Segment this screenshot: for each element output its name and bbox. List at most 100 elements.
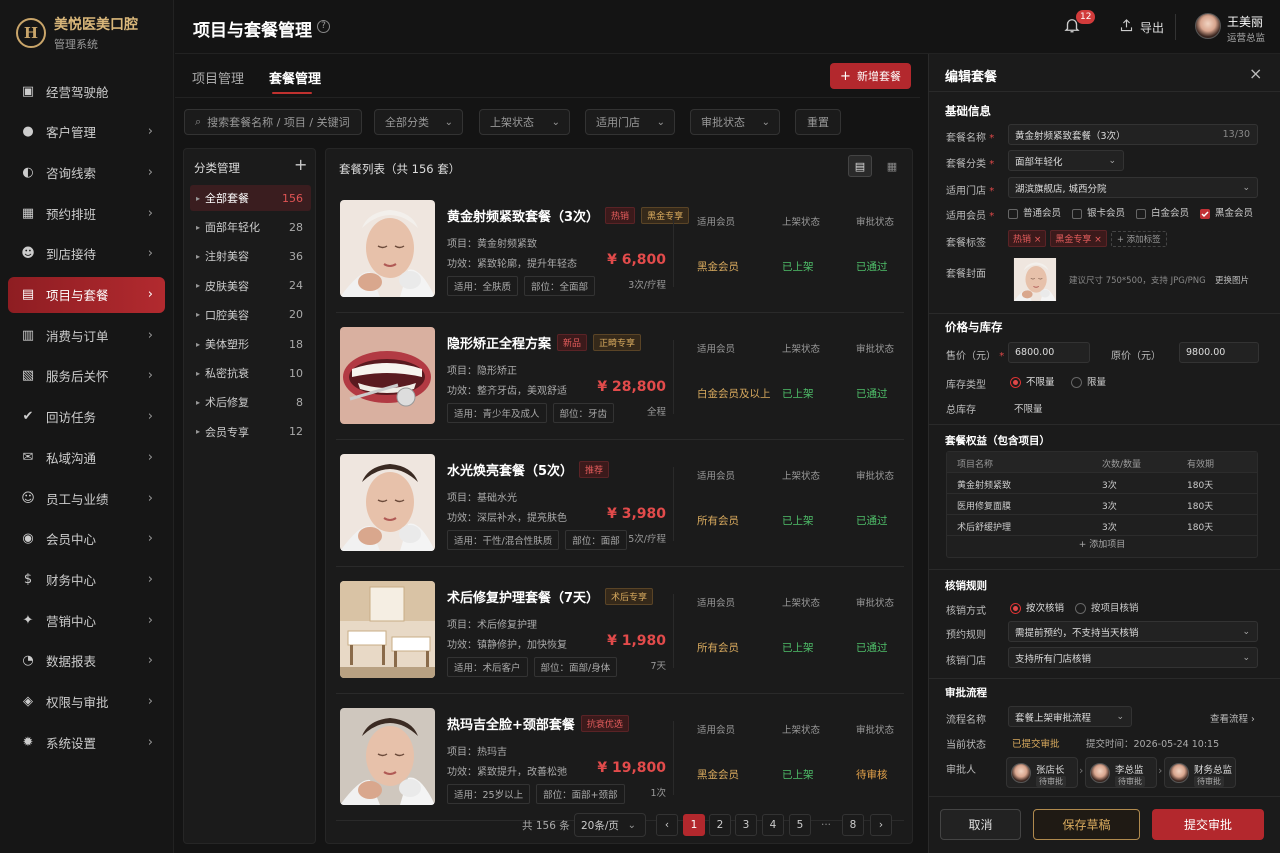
user-name[interactable]: 王美丽 (1227, 13, 1263, 30)
member-label-text: 适用会员 (946, 211, 986, 222)
package-title[interactable]: 黄金射频紧致套餐（3次） (447, 206, 599, 225)
package-title[interactable]: 隐形矫正全程方案 (447, 333, 551, 352)
category-item[interactable]: ▸ 美体塑形 18 (190, 331, 311, 357)
nav-item-gear[interactable]: ✹ 系统设置 › (8, 724, 165, 760)
change-image-link[interactable]: 更换图片 (1215, 274, 1249, 286)
member-checkbox[interactable]: 银卡会员 (1072, 205, 1125, 219)
nav-item-task[interactable]: ✔ 回访任务 › (8, 399, 165, 435)
package-card[interactable]: 水光焕亮套餐（5次） 推荐 项目：基础水光 功效：深层补水，提亮肤色 适用：干性/混合性… (336, 449, 904, 567)
page-button[interactable]: 4 (762, 814, 784, 836)
sale-price-input[interactable]: 6800.00 (1008, 342, 1090, 363)
member-checkbox[interactable]: 普通会员 (1008, 205, 1061, 219)
cancel-button[interactable]: 取消 (940, 809, 1021, 840)
edit-tag[interactable]: 热销 × (1008, 230, 1047, 247)
nav-item-member[interactable]: ◉ 会员中心 › (8, 521, 165, 557)
nav-item-package[interactable]: ▤ 项目与套餐 › (8, 276, 165, 313)
category-item[interactable]: ▸ 术后修复 8 (190, 389, 311, 415)
package-thumbnail[interactable] (340, 708, 435, 805)
nav-item-marketing[interactable]: ✦ 营销中心 › (8, 602, 165, 638)
package-name-input[interactable]: 黄金射频紧致套餐（3次） 13/30 (1008, 124, 1258, 145)
category-item[interactable]: ▸ 注射美容 36 (190, 243, 311, 269)
category-item[interactable]: ▸ 全部套餐 156 (190, 185, 311, 211)
help-icon[interactable]: ? (317, 20, 330, 33)
appointment-rule-select[interactable]: 需提前预约，不支持当天核销 ⌄ (1008, 621, 1258, 642)
tab-projects[interactable]: 项目管理 (192, 68, 244, 87)
approval-status-select[interactable]: 审批状态 ⌄ (690, 109, 780, 135)
page-button[interactable]: 2 (709, 814, 731, 836)
verify-store-select[interactable]: 支持所有门店核销 ⌄ (1008, 647, 1258, 668)
category-item[interactable]: ▸ 口腔美容 20 (190, 302, 311, 328)
nav-item-user[interactable]: ● 客户管理 › (8, 114, 165, 150)
save-draft-button[interactable]: 保存草稿 (1033, 809, 1140, 840)
nav-item-dashboard[interactable]: ▣ 经营驾驶舱 (8, 73, 165, 109)
package-card[interactable]: 术后修复护理套餐（7天） 术后专享 项目：术后修复护理 功效：镇静修护，加快恢复 适用：… (336, 576, 904, 694)
nav-item-report[interactable]: ◔ 数据报表 › (8, 643, 165, 679)
package-title[interactable]: 水光焕亮套餐（5次） (447, 460, 573, 479)
package-thumbnail[interactable] (340, 454, 435, 551)
list-view-icon[interactable]: ▤ (848, 155, 872, 177)
grid-view-icon[interactable]: ▦ (880, 155, 904, 177)
package-card[interactable]: 热玛吉全脸+颈部套餐 抗衰优选 项目：热玛吉 功效：紧致提升，改善松弛 适用：25岁以上… (336, 703, 904, 821)
remove-tag-icon[interactable]: × (1031, 235, 1042, 245)
export-button[interactable]: 导出 (1119, 18, 1164, 36)
package-thumbnail[interactable] (340, 327, 435, 424)
page-button[interactable]: 5 (789, 814, 811, 836)
user-avatar[interactable] (1195, 13, 1221, 39)
page-button[interactable]: 1 (683, 814, 705, 836)
original-price-input[interactable]: 9800.00 (1179, 342, 1259, 363)
category-select[interactable]: 全部分类 ⌄ (374, 109, 463, 135)
stock-limited-radio[interactable]: 限量 (1071, 374, 1106, 388)
add-item-button[interactable]: + 添加项目 (947, 537, 1257, 550)
member-checkbox[interactable]: 白金会员 (1136, 205, 1189, 219)
approver-card[interactable]: 张店长 待审批 (1006, 757, 1078, 788)
package-thumbnail[interactable] (340, 581, 435, 678)
cover-image[interactable] (1009, 258, 1061, 301)
category-item[interactable]: ▸ 会员专享 12 (190, 419, 311, 445)
reset-button[interactable]: 重置 (795, 109, 841, 135)
nav-item-shield[interactable]: ◈ 权限与审批 › (8, 684, 165, 720)
page-button[interactable]: 8 (842, 814, 864, 836)
shelf-status-select[interactable]: 上架状态 ⌄ (479, 109, 570, 135)
edit-tag[interactable]: 黑金专享 × (1050, 230, 1107, 247)
approver-card[interactable]: 李总监 待审批 (1085, 757, 1157, 788)
nav-item-chat[interactable]: ✉ 私域沟通 › (8, 439, 165, 475)
verify-by-item-radio[interactable]: 按项目核销 (1075, 600, 1139, 614)
package-store-select[interactable]: 湖滨旗舰店, 城西分院 ⌄ (1008, 177, 1258, 198)
nav-item-staff[interactable]: ☺ 员工与业绩 › (8, 480, 165, 516)
nav-item-reception[interactable]: ☻ 到店接待 › (8, 236, 165, 272)
category-item[interactable]: ▸ 私密抗衰 10 (190, 360, 311, 386)
nav-item-finance[interactable]: $ 财务中心 › (8, 561, 165, 597)
store-select[interactable]: 适用门店 ⌄ (585, 109, 675, 135)
category-item[interactable]: ▸ 皮肤美容 24 (190, 273, 311, 299)
prev-page-button[interactable]: ‹ (656, 814, 678, 836)
nav-item-consult[interactable]: ◐ 咨询线索 › (8, 154, 165, 190)
stock-unlimited-radio[interactable]: 不限量 (1010, 374, 1055, 388)
view-flow-link[interactable]: 查看流程 › (1210, 711, 1255, 725)
add-category-icon[interactable]: + (294, 155, 307, 174)
add-tag-button[interactable]: + 添加标签 (1110, 230, 1167, 247)
close-icon[interactable]: × (1249, 64, 1262, 83)
approver-card[interactable]: 财务总监 待审批 (1164, 757, 1236, 788)
submit-approval-button[interactable]: 提交审批 (1152, 809, 1264, 840)
page-button[interactable]: 3 (735, 814, 757, 836)
package-title[interactable]: 术后修复护理套餐（7天） (447, 587, 599, 606)
nav-item-calendar[interactable]: ▦ 预约排班 › (8, 195, 165, 231)
nav-item-order[interactable]: ▥ 消费与订单 › (8, 317, 165, 353)
search-input[interactable]: ⌕ 搜索套餐名称 / 项目 / 关键词 (184, 109, 362, 135)
flow-name-select[interactable]: 套餐上架审批流程 ⌄ (1008, 706, 1132, 727)
member-checkbox[interactable]: 黑金会员 (1200, 205, 1253, 219)
verify-by-times-radio[interactable]: 按次核销 (1010, 600, 1064, 614)
package-card[interactable]: 黄金射频紧致套餐（3次） 热销 黑金专享 项目：黄金射频紧致 功效：紧致轮廓，提升年轻态… (336, 195, 904, 313)
page-size-select[interactable]: 20条/页 ⌄ (574, 813, 646, 837)
package-card[interactable]: 隐形矫正全程方案 新品 正畸专享 项目：隐形矫正 功效：整齐牙齿，美观舒适 适用：青少年及… (336, 322, 904, 440)
next-page-button[interactable]: › (870, 814, 892, 836)
tab-packages[interactable]: 套餐管理 (269, 68, 321, 87)
nav-item-care[interactable]: ▧ 服务后关怀 › (8, 358, 165, 394)
caret-right-icon: ▸ (196, 397, 201, 407)
new-package-button[interactable]: + 新增套餐 (830, 63, 911, 89)
package-category-select[interactable]: 面部年轻化 ⌄ (1008, 150, 1124, 171)
package-title[interactable]: 热玛吉全脸+颈部套餐 (447, 714, 575, 733)
package-thumbnail[interactable] (340, 200, 435, 297)
category-item[interactable]: ▸ 面部年轻化 28 (190, 214, 311, 240)
remove-tag-icon[interactable]: × (1091, 235, 1102, 245)
